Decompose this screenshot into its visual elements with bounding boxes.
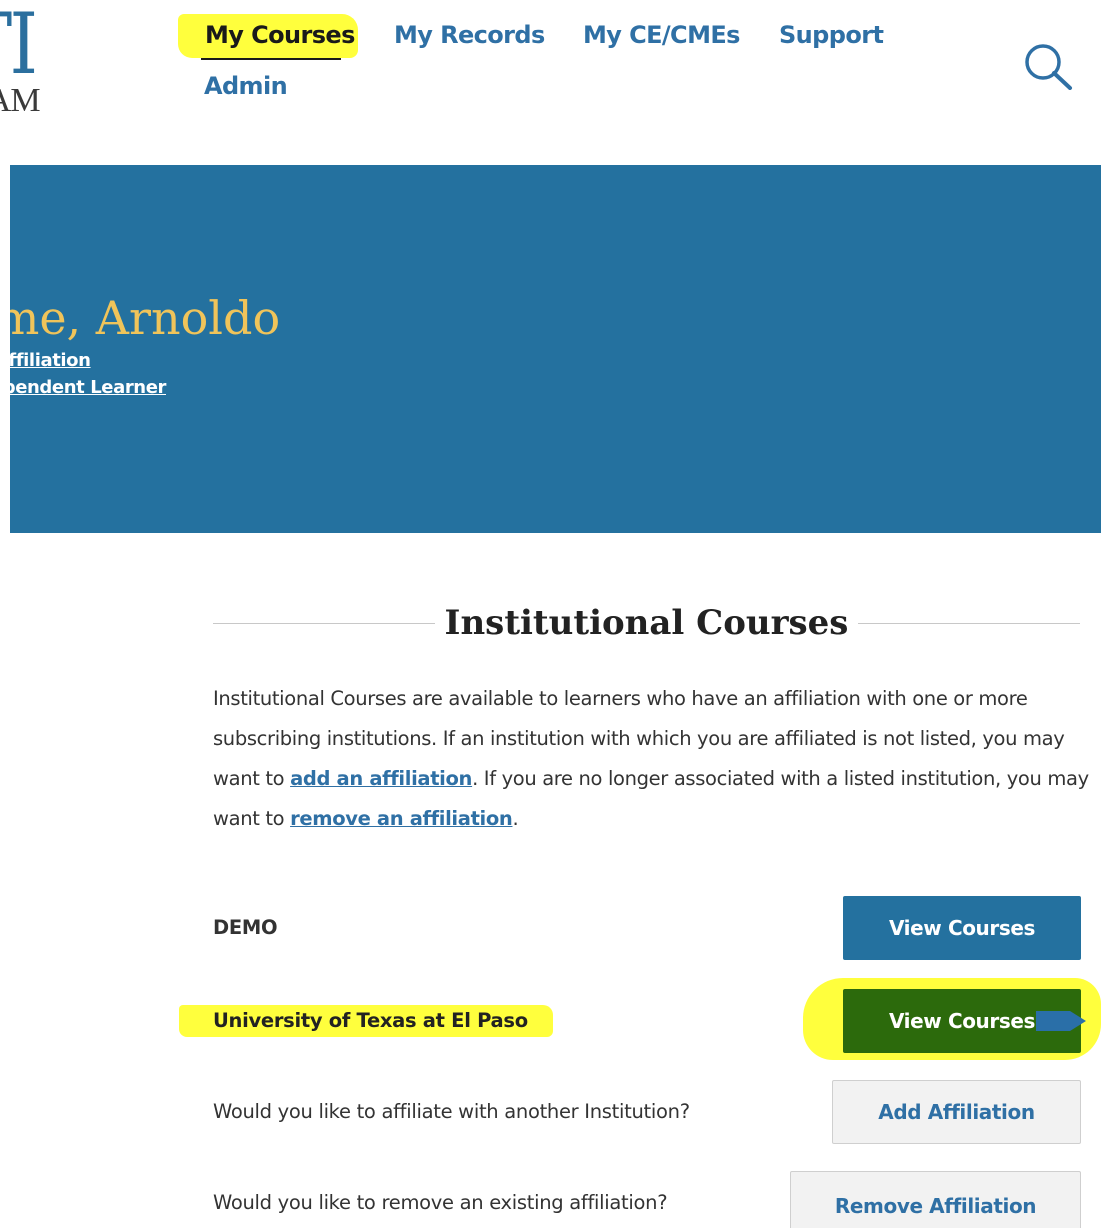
title-divider-right	[858, 623, 1080, 624]
institutional-affiliation-link[interactable]: onal Affiliation	[10, 350, 91, 371]
logo-wordmark-top: ITI	[0, 0, 38, 93]
nav-my-ce-cmes[interactable]: My CE/CMEs	[583, 20, 740, 50]
nav-my-records[interactable]: My Records	[394, 20, 545, 50]
welcome-heading: ome, Arnoldo	[10, 291, 281, 345]
nav-my-courses[interactable]: My Courses	[205, 20, 355, 50]
welcome-banner: ome, Arnoldo onal Affiliation ndependent…	[10, 165, 1101, 533]
remove-affiliation-question: Would you like to remove an existing aff…	[213, 1191, 668, 1214]
pointer-arrow-icon	[1036, 1011, 1086, 1031]
section-title: Institutional Courses	[444, 603, 849, 643]
independent-learner-link[interactable]: ndependent Learner	[10, 377, 166, 398]
add-affiliation-link[interactable]: add an affiliation	[290, 767, 472, 790]
add-affiliation-question: Would you like to affiliate with another…	[213, 1100, 690, 1123]
intro-text-3: .	[512, 807, 519, 830]
view-courses-button-demo[interactable]: View Courses	[843, 896, 1081, 960]
add-affiliation-button[interactable]: Add Affiliation	[832, 1080, 1081, 1144]
remove-affiliation-button[interactable]: Remove Affiliation	[790, 1171, 1081, 1228]
title-divider-left	[213, 623, 435, 624]
nav-admin[interactable]: Admin	[204, 71, 288, 101]
institution-name-utep: University of Texas at El Paso	[213, 1009, 528, 1032]
institutional-intro: Institutional Courses are available to l…	[213, 679, 1093, 839]
remove-affiliation-link[interactable]: remove an affiliation	[290, 807, 513, 830]
institution-name-demo: DEMO	[213, 916, 278, 939]
logo-wordmark-bottom: OGRAM	[0, 82, 41, 119]
search-icon[interactable]	[1022, 42, 1074, 90]
nav-support[interactable]: Support	[779, 20, 884, 50]
active-nav-underline	[201, 58, 341, 60]
citi-program-logo[interactable]: ITI OGRAM	[0, 0, 140, 130]
